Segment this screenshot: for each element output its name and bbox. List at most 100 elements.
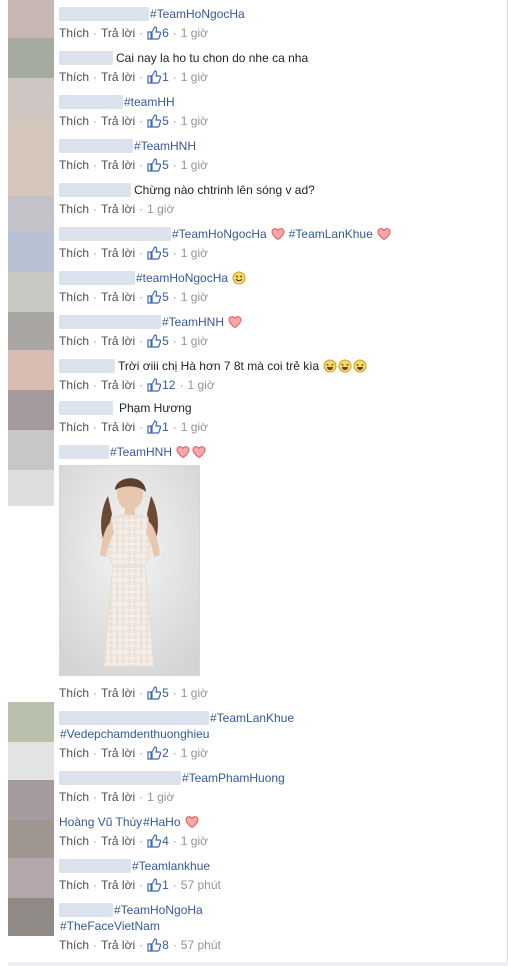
avatar[interactable] (8, 390, 54, 430)
comment-photo[interactable] (59, 465, 200, 676)
timestamp[interactable]: 57 phút (181, 937, 221, 953)
hashtag-link[interactable]: #Vedepchamdenthuonghieu (60, 726, 209, 742)
like-button[interactable]: Thích (59, 245, 89, 261)
avatar[interactable] (8, 898, 54, 936)
like-count[interactable]: 1 (162, 877, 169, 893)
reply-button[interactable]: Trả lời (101, 789, 135, 805)
reply-button[interactable]: Trả lời (101, 745, 135, 761)
like-count[interactable]: 5 (162, 113, 169, 129)
avatar[interactable] (8, 232, 54, 272)
timestamp[interactable]: 57 phút (181, 877, 221, 893)
reply-button[interactable]: Trả lời (101, 157, 135, 173)
blurred-username[interactable] (59, 95, 123, 109)
like-button[interactable]: Thích (59, 157, 89, 173)
reply-button[interactable]: Trả lời (101, 833, 135, 849)
timestamp[interactable]: 1 giờ (181, 419, 208, 435)
avatar[interactable] (8, 312, 54, 350)
avatar[interactable] (8, 742, 54, 780)
hashtag-link[interactable]: #TheFaceVietNam (60, 918, 160, 934)
avatar[interactable] (8, 38, 54, 78)
avatar[interactable] (8, 820, 54, 858)
timestamp[interactable]: 1 giờ (181, 333, 208, 349)
reply-button[interactable]: Trả lời (101, 877, 135, 893)
like-count[interactable]: 1 (162, 69, 169, 85)
hashtag-link[interactable]: #teamHoNgocHa (136, 270, 228, 286)
like-button[interactable]: Thích (59, 745, 89, 761)
reply-button[interactable]: Trả lời (101, 377, 135, 393)
reply-button[interactable]: Trả lời (101, 685, 135, 701)
avatar[interactable] (8, 78, 54, 118)
like-button[interactable]: Thích (59, 833, 89, 849)
timestamp[interactable]: 1 giờ (181, 69, 208, 85)
avatar[interactable] (8, 858, 54, 898)
hashtag-link[interactable]: #TeamPhamHuong (182, 770, 285, 786)
like-count[interactable]: 5 (162, 157, 169, 173)
hashtag-link[interactable]: #HaHo (143, 814, 180, 830)
blurred-username[interactable] (59, 859, 131, 873)
like-button[interactable]: Thích (59, 289, 89, 305)
hashtag-link[interactable]: #TeamLanKhue (289, 226, 373, 242)
hashtag-link[interactable]: #Teamlankhue (132, 858, 210, 874)
hashtag-link[interactable]: #TeamHNH (162, 314, 224, 330)
hashtag-link[interactable]: #TeamHNH (134, 138, 196, 154)
like-button[interactable]: Thích (59, 419, 89, 435)
like-button[interactable]: Thích (59, 937, 89, 953)
timestamp[interactable]: 1 giờ (181, 113, 208, 129)
avatar[interactable] (8, 470, 54, 506)
blurred-username[interactable] (59, 51, 113, 65)
like-button[interactable]: Thích (59, 377, 89, 393)
like-count[interactable]: 5 (162, 289, 169, 305)
avatar[interactable] (8, 196, 54, 232)
blurred-username[interactable] (59, 227, 171, 241)
timestamp[interactable]: 1 giờ (147, 201, 174, 217)
reply-button[interactable]: Trả lời (101, 113, 135, 129)
like-count[interactable]: 5 (162, 685, 169, 701)
reply-button[interactable]: Trả lời (101, 245, 135, 261)
hashtag-link[interactable]: #teamHH (124, 94, 175, 110)
blurred-username[interactable] (59, 139, 133, 153)
reply-button[interactable]: Trả lời (101, 333, 135, 349)
like-button[interactable]: Thích (59, 69, 89, 85)
like-count[interactable]: 1 (162, 419, 169, 435)
avatar[interactable] (8, 272, 54, 312)
blurred-username[interactable] (59, 771, 181, 785)
reply-button[interactable]: Trả lời (101, 419, 135, 435)
timestamp[interactable]: 1 giờ (181, 745, 208, 761)
avatar[interactable] (8, 702, 54, 742)
timestamp[interactable]: 1 giờ (181, 245, 208, 261)
blurred-username[interactable] (59, 711, 209, 725)
blurred-username[interactable] (59, 315, 161, 329)
timestamp[interactable]: 1 giờ (181, 685, 208, 701)
timestamp[interactable]: 1 giờ (181, 289, 208, 305)
like-button[interactable]: Thích (59, 789, 89, 805)
avatar[interactable] (8, 350, 54, 390)
avatar[interactable] (8, 780, 54, 820)
like-button[interactable]: Thích (59, 685, 89, 701)
like-count[interactable]: 6 (162, 25, 169, 41)
avatar[interactable] (8, 118, 54, 196)
reply-button[interactable]: Trả lời (101, 937, 135, 953)
like-count[interactable]: 12 (162, 377, 175, 393)
like-button[interactable]: Thích (59, 877, 89, 893)
timestamp[interactable]: 1 giờ (181, 833, 208, 849)
reply-button[interactable]: Trả lời (101, 289, 135, 305)
blurred-username[interactable] (59, 183, 131, 197)
timestamp[interactable]: 1 giờ (181, 25, 208, 41)
like-button[interactable]: Thích (59, 25, 89, 41)
timestamp[interactable]: 1 giờ (181, 157, 208, 173)
reply-button[interactable]: Trả lời (101, 69, 135, 85)
timestamp[interactable]: 1 giờ (147, 789, 174, 805)
avatar[interactable] (8, 430, 54, 470)
like-button[interactable]: Thích (59, 113, 89, 129)
hashtag-link[interactable]: #TeamHoNgoHa (114, 902, 203, 918)
hashtag-link[interactable]: #TeamHoNgocHa (150, 6, 245, 22)
blurred-username[interactable] (59, 7, 149, 21)
hashtag-link[interactable]: #TeamLanKhue (210, 710, 294, 726)
avatar[interactable] (8, 0, 54, 38)
like-button[interactable]: Thích (59, 333, 89, 349)
blurred-username[interactable] (59, 445, 109, 459)
timestamp[interactable]: 1 giờ (187, 377, 214, 393)
blurred-username[interactable] (59, 903, 113, 917)
hashtag-link[interactable]: #TeamHoNgocHa (172, 226, 267, 242)
reply-button[interactable]: Trả lời (101, 25, 135, 41)
